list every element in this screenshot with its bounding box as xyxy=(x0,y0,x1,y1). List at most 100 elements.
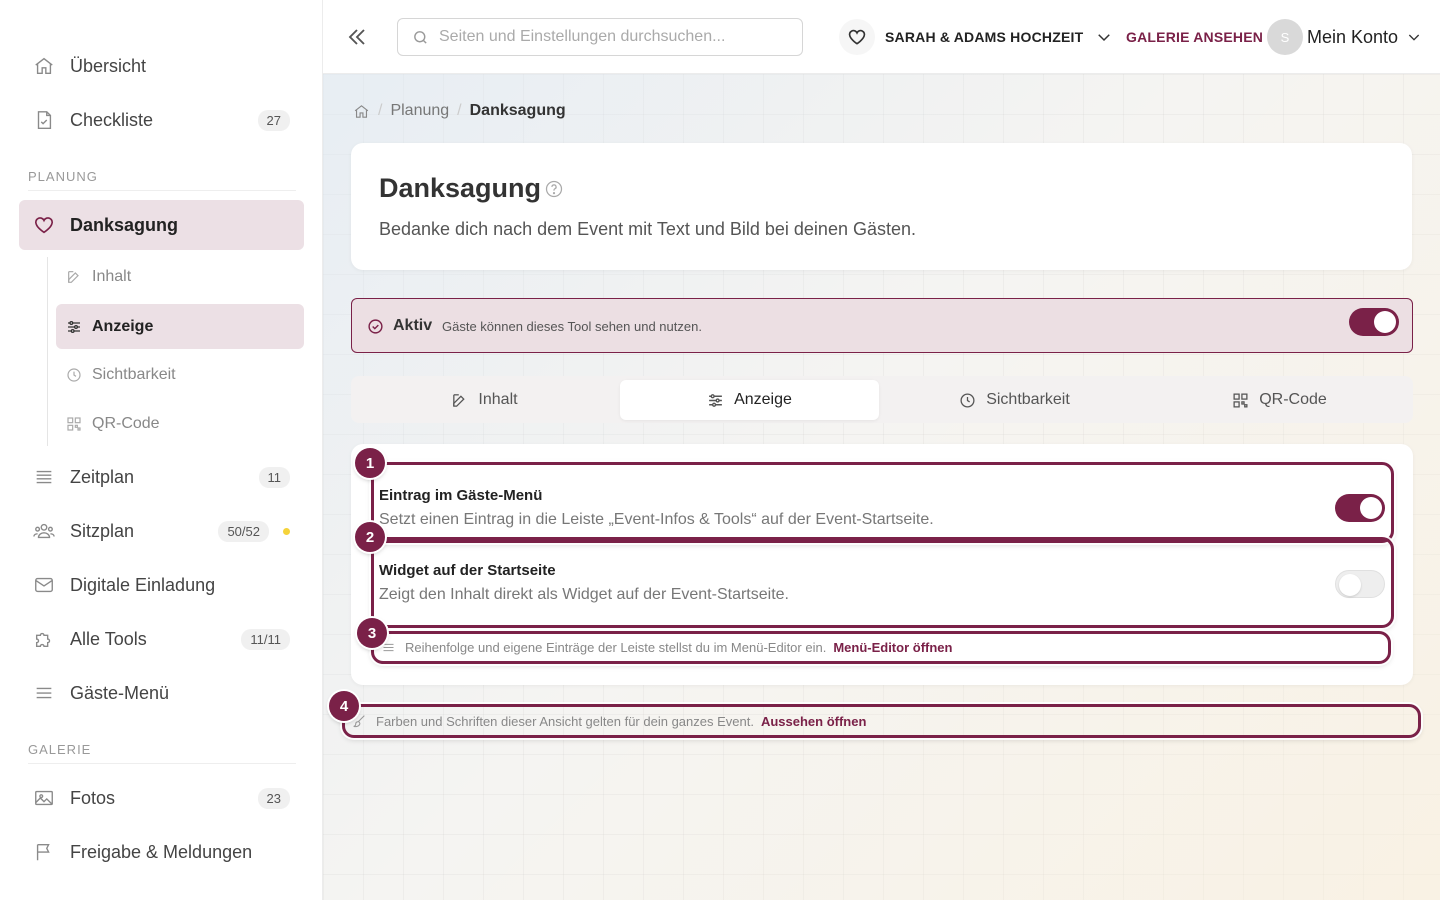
menu-entry-title: Eintrag im Gäste-Menü xyxy=(379,487,543,504)
appearance-hint-text: Farben und Schriften dieser Ansicht gelt… xyxy=(376,713,754,729)
account-label: Mein Konto xyxy=(1307,26,1399,47)
menu-entry-toggle[interactable] xyxy=(1335,494,1385,522)
help-icon[interactable] xyxy=(544,179,564,204)
avatar: S xyxy=(1267,19,1303,55)
active-status-title: Aktiv xyxy=(393,317,433,334)
section-divider xyxy=(28,763,296,764)
sidebar-subitem-sichtbarkeit[interactable]: Sichtbarkeit xyxy=(56,352,304,397)
sidebar-subitem-label: Inhalt xyxy=(92,267,132,285)
flag-icon xyxy=(33,841,55,863)
chevron-down-icon xyxy=(1406,29,1422,45)
chevron-down-icon xyxy=(1095,28,1113,46)
menu-entry-description: Setzt einen Eintrag in die Leiste „Event… xyxy=(379,511,934,528)
tab-anzeige[interactable]: Anzeige xyxy=(620,380,879,420)
widget-title: Widget auf der Startseite xyxy=(379,562,556,579)
check-circle-icon xyxy=(367,318,384,340)
top-bar: SARAH & ADAMS HOCHZEIT GALERIE ANSEHEN S… xyxy=(323,0,1440,74)
sidebar-item-label: Gäste-Menü xyxy=(70,682,170,703)
sidebar-subitem-label: Sichtbarkeit xyxy=(92,365,176,383)
sidebar-subitem-anzeige[interactable]: Anzeige xyxy=(56,304,304,349)
edit-icon xyxy=(66,269,82,285)
breadcrumb-separator: / xyxy=(378,102,383,119)
sidebar-item-label: Sitzplan xyxy=(70,520,135,541)
tab-qr-code[interactable]: QR-Code xyxy=(1150,380,1409,420)
widget-toggle[interactable] xyxy=(1335,570,1385,598)
clock-icon xyxy=(959,392,976,409)
search-icon xyxy=(412,29,429,46)
event-name: SARAH & ADAMS HOCHZEIT xyxy=(885,29,1084,45)
annotation-badge-1: 1 xyxy=(355,448,385,478)
sidebar-item-digitale-einladung[interactable]: Digitale Einladung xyxy=(19,560,304,610)
count-badge: 11 xyxy=(258,466,290,488)
account-menu[interactable]: S Mein Konto xyxy=(1267,18,1422,56)
annotation-badge-4: 4 xyxy=(329,691,359,721)
users-icon xyxy=(33,520,55,542)
breadcrumb: / Planung / Danksagung xyxy=(353,102,566,120)
home-icon xyxy=(33,55,55,77)
appearance-link[interactable]: Aussehen öffnen xyxy=(761,714,866,729)
count-badge: 27 xyxy=(257,109,290,131)
sidebar-item-uebersicht[interactable]: Übersicht xyxy=(19,41,304,91)
page-title: Danksagung xyxy=(379,173,542,203)
tab-bar: Inhalt Anzeige Sichtbarkeit QR-Code xyxy=(351,376,1413,423)
sidebar-item-danksagung[interactable]: Danksagung xyxy=(19,200,304,250)
sidebar-item-alle-tools[interactable]: Alle Tools 11/11 xyxy=(19,614,304,664)
sidebar-item-freigabe-meldungen[interactable]: Freigabe & Meldungen xyxy=(19,827,304,877)
sidebar-item-label: Checkliste xyxy=(70,109,154,130)
sidebar-item-label: Zeitplan xyxy=(70,466,135,487)
sidebar-item-checkliste[interactable]: Checkliste 27 xyxy=(19,95,304,145)
active-status-bar: Aktiv Gäste können dieses Tool sehen und… xyxy=(351,298,1413,353)
toggle-knob xyxy=(1374,311,1396,333)
menu-editor-link[interactable]: Menü-Editor öffnen xyxy=(833,640,952,655)
section-label-galerie: GALERIE xyxy=(28,742,92,757)
active-toggle[interactable] xyxy=(1349,308,1399,336)
image-icon xyxy=(33,787,55,809)
heart-icon xyxy=(33,214,55,236)
sidebar-subitem-inhalt[interactable]: Inhalt xyxy=(56,254,304,299)
search-field[interactable] xyxy=(397,18,803,56)
tab-sichtbarkeit[interactable]: Sichtbarkeit xyxy=(885,380,1144,420)
gallery-view-link[interactable]: GALERIE ANSEHEN xyxy=(1126,29,1263,45)
sidebar-item-label: Freigabe & Meldungen xyxy=(70,841,253,862)
breadcrumb-planung[interactable]: Planung xyxy=(390,102,449,120)
main-content: / Planung / Danksagung Danksagung Bedank… xyxy=(323,74,1440,900)
sidebar-item-label: Übersicht xyxy=(70,55,147,76)
heart-icon xyxy=(839,19,875,55)
appearance-hint: Farben und Schriften dieser Ansicht gelt… xyxy=(351,713,866,729)
home-icon[interactable] xyxy=(353,103,370,120)
qr-icon xyxy=(1232,392,1249,409)
sidebar-subitem-qr-code[interactable]: QR-Code xyxy=(56,401,304,446)
breadcrumb-current: Danksagung xyxy=(469,102,566,119)
sidebar-item-label: Alle Tools xyxy=(70,628,147,649)
count-badge: 23 xyxy=(257,787,290,809)
puzzle-icon xyxy=(33,628,55,650)
page-header-card: Danksagung Bedanke dich nach dem Event m… xyxy=(351,143,1412,270)
search-input[interactable] xyxy=(439,28,779,46)
sidebar-item-label: Fotos xyxy=(70,787,116,808)
section-label-planung: PLANUNG xyxy=(28,169,98,184)
display-settings-card: Eintrag im Gäste-Menü Setzt einen Eintra… xyxy=(351,444,1413,685)
event-switcher[interactable]: SARAH & ADAMS HOCHZEIT xyxy=(839,18,1113,56)
toggle-knob xyxy=(1360,497,1382,519)
double-chevron-left-icon xyxy=(348,29,365,45)
mail-icon xyxy=(33,574,55,596)
sidebar-item-sitzplan[interactable]: Sitzplan 50/52 xyxy=(19,506,304,556)
menu-editor-hint: Reihenfolge und eigene Einträge der Leis… xyxy=(381,640,952,655)
sidebar-item-label: Danksagung xyxy=(70,214,179,235)
checklist-icon xyxy=(33,109,55,131)
tab-label: Anzeige xyxy=(734,391,792,408)
qr-icon xyxy=(66,416,82,432)
tab-inhalt[interactable]: Inhalt xyxy=(355,380,614,420)
sidebar-item-gaeste-menue[interactable]: Gäste-Menü xyxy=(19,668,304,718)
sidebar: Übersicht Checkliste 27 PLANUNG Danksagu… xyxy=(0,0,323,900)
breadcrumb-separator: / xyxy=(457,102,462,119)
sidebar-item-zeitplan[interactable]: Zeitplan 11 xyxy=(19,452,304,502)
sidebar-item-fotos[interactable]: Fotos 23 xyxy=(19,773,304,823)
sidebar-subitem-label: Anzeige xyxy=(92,317,154,335)
collapse-sidebar-button[interactable] xyxy=(343,23,371,51)
toggle-knob xyxy=(1339,574,1361,596)
sliders-icon xyxy=(66,319,82,335)
tab-label: Inhalt xyxy=(478,391,518,408)
tab-label: QR-Code xyxy=(1259,391,1327,408)
section-divider xyxy=(28,190,296,191)
